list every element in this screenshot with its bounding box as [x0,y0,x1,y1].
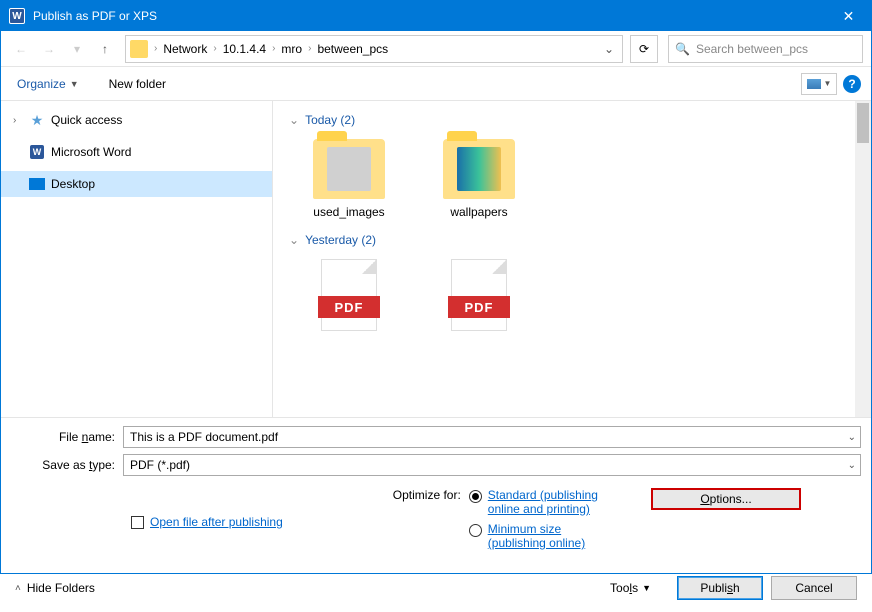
cancel-button[interactable]: Cancel [771,576,857,600]
pdf-file-item[interactable]: PDF [429,259,529,337]
sidebar-item-label: Quick access [51,113,122,127]
folder-item[interactable]: wallpapers [429,139,529,219]
search-icon: 🔍 [675,42,690,56]
optimize-standard-radio[interactable]: Standard (publishing online and printing… [469,488,598,516]
pdf-file-item[interactable]: PDF [299,259,399,337]
publish-button[interactable]: Publish [677,576,763,600]
organize-button[interactable]: Organize▼ [11,73,85,95]
optimize-minimum-radio[interactable]: Minimum size (publishing online) [469,522,598,550]
window-title: Publish as PDF or XPS [33,9,826,23]
breadcrumb-segment[interactable]: between_pcs [315,42,390,56]
navigation-sidebar: › ★ Quick access W Microsoft Word Deskto… [1,101,273,417]
toolbar: Organize▼ New folder ▼ ? [1,67,871,101]
sidebar-item-desktop[interactable]: Desktop [1,171,272,197]
address-dropdown-icon[interactable]: ⌄ [600,42,618,56]
radio-label: Minimum size [488,522,561,536]
hide-folders-button[interactable]: ˄ Hide Folders [15,581,95,595]
savetype-value: PDF (*.pdf) [130,458,190,472]
search-input[interactable]: 🔍 Search between_pcs [668,35,863,63]
hide-folders-label: Hide Folders [27,581,95,595]
savetype-select[interactable]: PDF (*.pdf) ⌄ [123,454,861,476]
desktop-icon [29,178,45,190]
dropdown-icon[interactable]: ⌄ [848,432,856,443]
group-label: Yesterday (2) [305,233,376,247]
checkbox-icon[interactable] [131,516,144,529]
forward-button[interactable]: → [37,37,61,61]
folder-icon [443,139,515,199]
filename-value: This is a PDF document.pdf [130,430,278,444]
sidebar-item-label: Microsoft Word [51,145,131,159]
collapse-icon[interactable]: ⌄ [289,233,299,247]
nav-row: ← → ▾ ↑ › Network › 10.1.4.4 › mro › bet… [1,31,871,67]
breadcrumb-segment[interactable]: mro [279,42,304,56]
group-header-yesterday[interactable]: ⌄ Yesterday (2) [289,233,871,247]
folder-item[interactable]: used_images [299,139,399,219]
sidebar-item-word[interactable]: W Microsoft Word [1,139,272,165]
dropdown-icon[interactable]: ⌄ [848,460,856,471]
vertical-scrollbar[interactable] [855,101,871,417]
expand-icon[interactable]: › [13,115,23,126]
up-button[interactable]: ↑ [93,37,117,61]
options-button[interactable]: Options... [651,488,801,510]
chevron-right-icon[interactable]: › [211,43,218,54]
open-after-label: Open file after publishing [150,515,283,529]
radio-label-line2: online and printing) [488,502,590,516]
back-button[interactable]: ← [9,37,33,61]
quick-access-icon: ★ [29,112,45,128]
refresh-button[interactable]: ⟳ [630,35,658,63]
folder-icon [313,139,385,199]
search-placeholder: Search between_pcs [696,42,808,56]
footer: ˄ Hide Folders Tools ▼ Publish Cancel [1,566,871,612]
sidebar-item-quick-access[interactable]: › ★ Quick access [1,107,272,133]
scrollbar-thumb[interactable] [857,103,869,143]
word-icon: W [30,145,44,159]
chevron-right-icon[interactable]: › [270,43,277,54]
help-button[interactable]: ? [843,75,861,93]
tools-button[interactable]: Tools ▼ [610,581,651,595]
word-app-icon: W [9,8,25,24]
pdf-icon: PDF [451,259,507,331]
collapse-icon[interactable]: ⌄ [289,113,299,127]
close-button[interactable]: ✕ [826,1,871,31]
new-folder-button[interactable]: New folder [103,73,172,95]
filename-label: File name: [11,430,123,444]
breadcrumb-segment[interactable]: 10.1.4.4 [221,42,268,56]
filename-input[interactable]: This is a PDF document.pdf ⌄ [123,426,861,448]
optimize-for-label: Optimize for: [393,488,461,552]
radio-icon[interactable] [469,490,482,503]
item-label: wallpapers [429,205,529,219]
breadcrumb-segment[interactable]: Network [161,42,209,56]
titlebar: W Publish as PDF or XPS ✕ [1,1,871,31]
radio-icon[interactable] [469,524,482,537]
pdf-icon: PDF [321,259,377,331]
chevron-right-icon[interactable]: › [306,43,313,54]
group-label: Today (2) [305,113,355,127]
item-label: used_images [299,205,399,219]
recent-locations-button[interactable]: ▾ [65,37,89,61]
sidebar-item-label: Desktop [51,177,95,191]
open-after-publishing-checkbox[interactable]: Open file after publishing [131,488,283,556]
chevron-up-icon: ˄ [15,583,21,594]
view-options-button[interactable]: ▼ [801,73,837,95]
main-area: › ★ Quick access W Microsoft Word Deskto… [1,101,871,417]
bottom-pane: File name: This is a PDF document.pdf ⌄ … [1,417,871,566]
group-header-today[interactable]: ⌄ Today (2) [289,113,871,127]
folder-icon [130,40,148,58]
chevron-right-icon[interactable]: › [152,43,159,54]
address-bar[interactable]: › Network › 10.1.4.4 › mro › between_pcs… [125,35,623,63]
radio-label-line2: (publishing online) [488,536,585,550]
savetype-label: Save as type: [11,458,123,472]
file-list-pane[interactable]: ⌄ Today (2) used_images wallpapers ⌄ Yes… [273,101,871,417]
radio-label: Standard (publishing [488,488,598,502]
